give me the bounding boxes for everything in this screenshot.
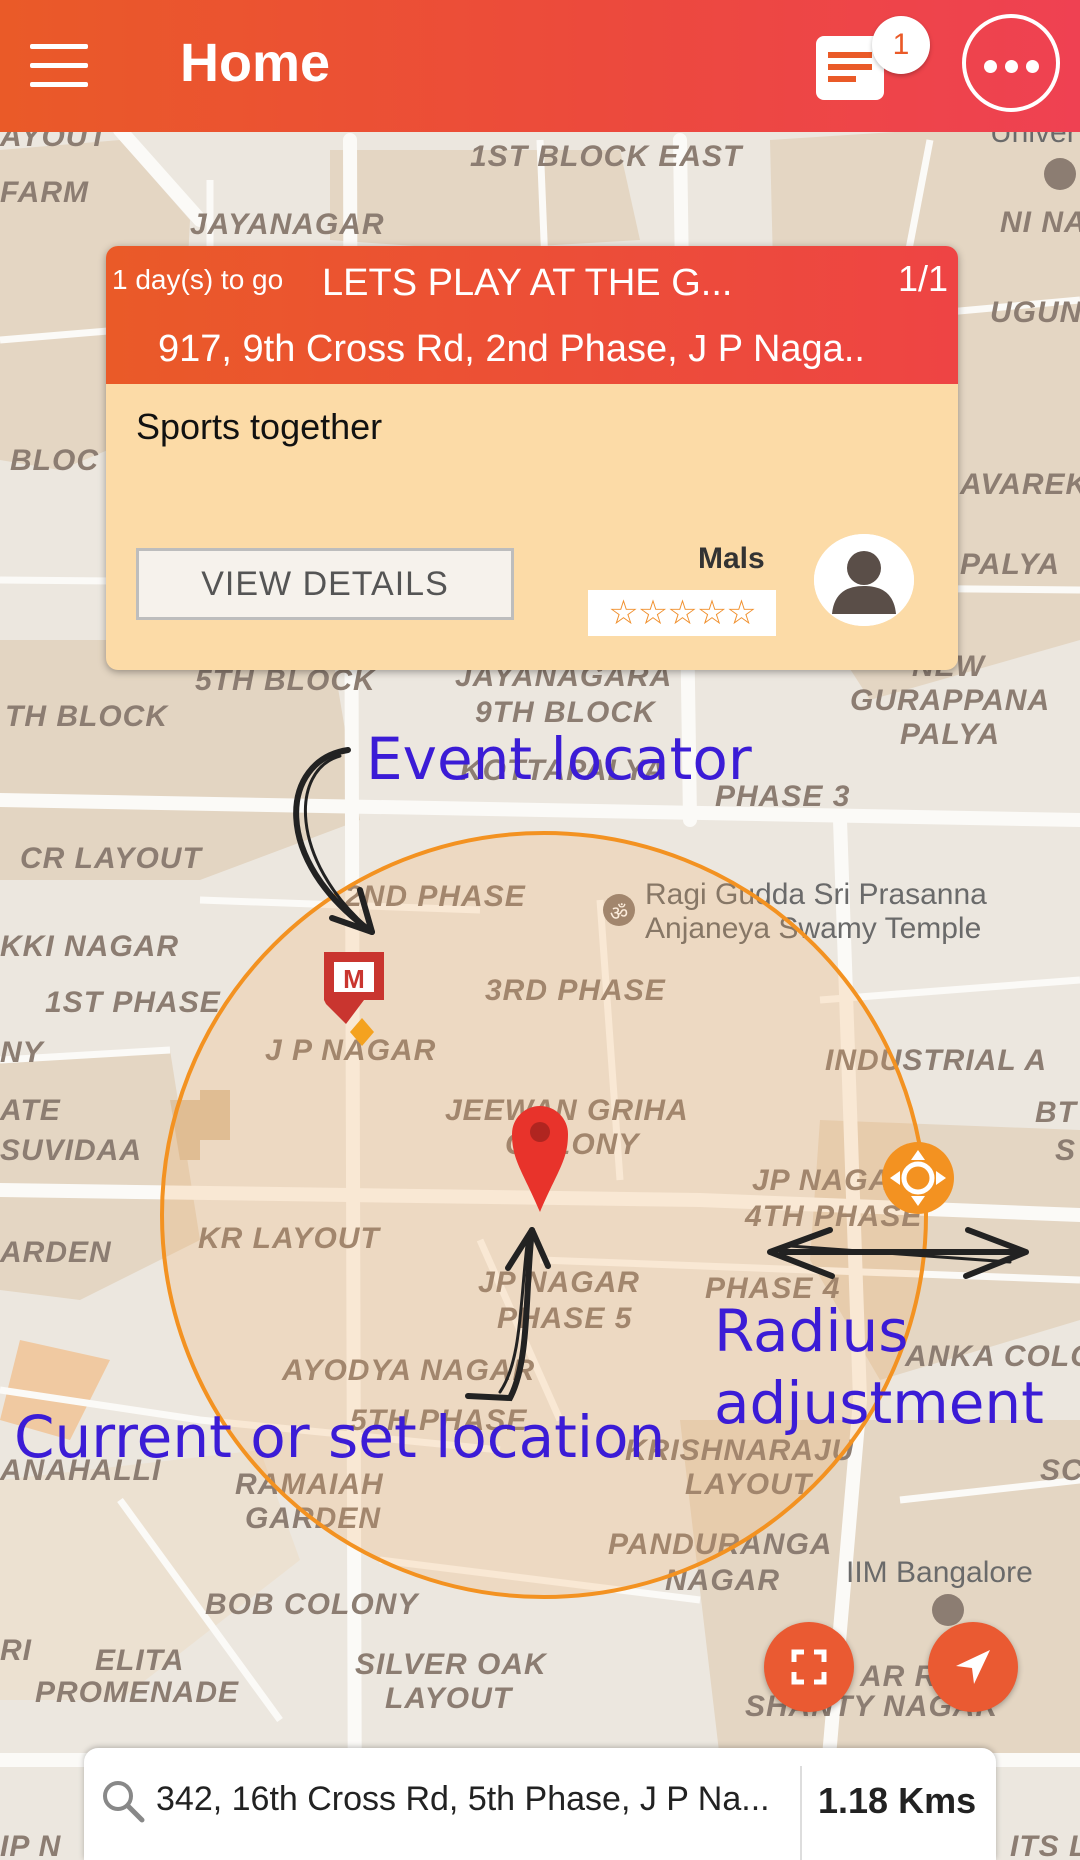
event-description: Sports together — [136, 406, 383, 447]
star-icon: ☆ — [696, 594, 728, 632]
star-icon: ☆ — [608, 594, 639, 632]
notification-badge: 1 — [872, 16, 930, 74]
search-icon — [103, 1781, 145, 1823]
annotation-current-location: Current or set location — [14, 1403, 666, 1471]
fullscreen-icon — [791, 1649, 827, 1685]
event-card[interactable]: 1 day(s) to go LETS PLAY AT THE G... 1/1… — [106, 246, 958, 670]
distance-value: 1.18 Kms — [818, 1780, 977, 1821]
navigate-button[interactable] — [928, 1622, 1018, 1712]
event-title: LETS PLAY AT THE G... — [322, 262, 733, 304]
annotation-event-locator: Event locator — [366, 725, 752, 793]
star-icon: ☆ — [726, 594, 757, 632]
event-card-header: 1 day(s) to go LETS PLAY AT THE G... 1/1… — [106, 246, 958, 384]
navigation-arrow-icon — [956, 1650, 990, 1684]
location-search-bar[interactable]: 342, 16th Cross Rd, 5th Phase, J P Na...… — [84, 1748, 996, 1860]
more-dots-icon[interactable] — [962, 14, 1060, 112]
annotation-radius-line1: Radius — [714, 1297, 909, 1365]
event-address: 917, 9th Cross Rd, 2nd Phase, J P Naga.. — [158, 328, 865, 370]
host-name: Mals — [698, 542, 765, 575]
view-details-button[interactable]: VIEW DETAILS — [136, 548, 514, 620]
event-pager: 1/1 — [897, 258, 948, 299]
annotation-radius-line2: adjustment — [714, 1369, 1044, 1437]
fullscreen-button[interactable] — [764, 1622, 854, 1712]
radius-circle — [160, 831, 928, 1599]
user-avatar-icon[interactable] — [814, 534, 914, 626]
days-to-go: 1 day(s) to go — [112, 264, 284, 295]
radius-handle[interactable] — [882, 1142, 954, 1214]
hamburger-icon[interactable] — [24, 40, 94, 92]
svg-text:M: M — [343, 964, 365, 994]
app-bar: Home 1 — [0, 0, 1080, 132]
rating-stars: ☆☆☆☆☆ — [588, 590, 776, 636]
search-divider — [800, 1766, 802, 1860]
location-search-input[interactable]: 342, 16th Cross Rd, 5th Phase, J P Na... — [156, 1780, 770, 1819]
star-icon: ☆ — [637, 594, 669, 632]
star-icon: ☆ — [667, 594, 698, 632]
page-title: Home — [180, 33, 331, 93]
